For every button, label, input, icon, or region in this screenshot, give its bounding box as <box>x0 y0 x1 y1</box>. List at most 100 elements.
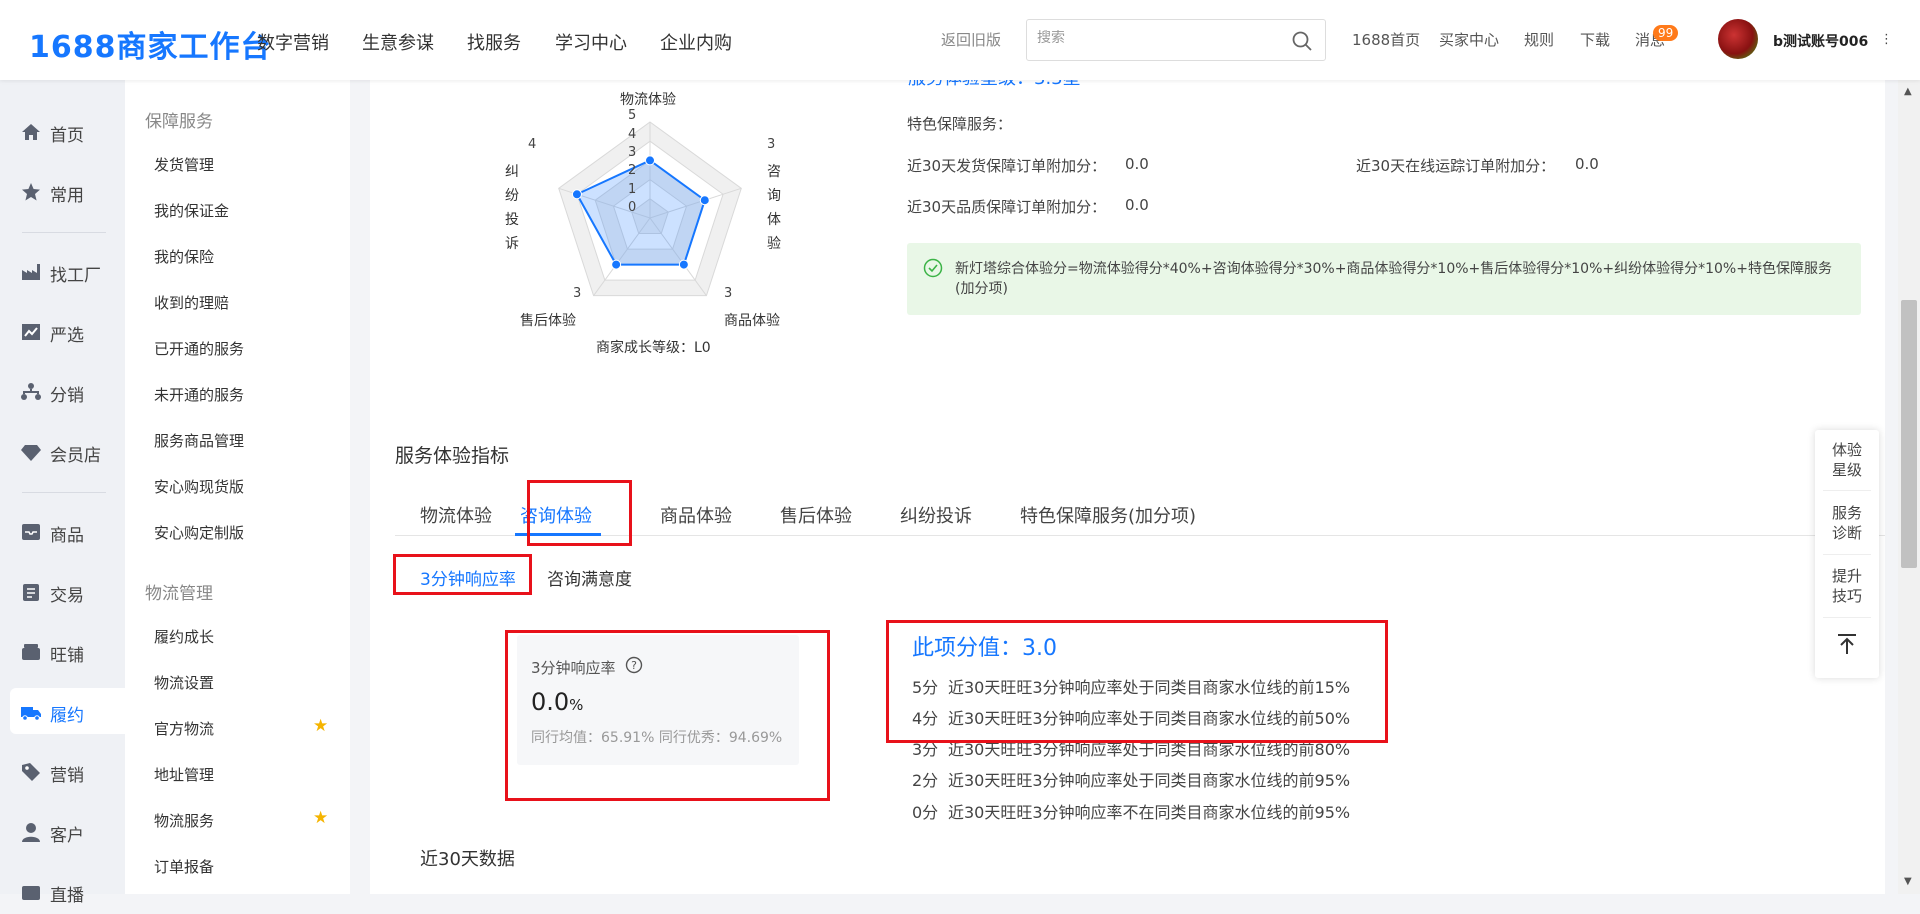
avatar[interactable] <box>1718 19 1758 59</box>
divider <box>1823 490 1871 491</box>
factory-icon <box>22 264 40 280</box>
radar-axis-label: 纠纷投诉 <box>505 164 519 252</box>
submenu-item-address[interactable]: 地址管理 <box>154 764 214 785</box>
search-icon[interactable] <box>1291 30 1313 52</box>
sidebar-item-label: 交易 <box>50 586 84 606</box>
bonus-value: 0.0 <box>1575 155 1599 173</box>
sidebar-item-marketing[interactable]: 营销 <box>0 748 125 794</box>
sidebar-item-fulfillment[interactable]: 履约 <box>10 688 125 734</box>
tab-disputes[interactable]: 纠纷投诉 <box>900 502 972 528</box>
search-input[interactable] <box>1037 30 1277 46</box>
back-to-top-icon[interactable] <box>1835 632 1859 656</box>
radar-data-point <box>699 195 710 206</box>
divider <box>1823 617 1871 618</box>
score-rule: 0分 近30天旺旺3分钟响应率不在同类目商家水位线的前95% <box>912 799 1350 823</box>
nav-digital-marketing[interactable]: 数字营销 <box>257 29 329 55</box>
sidebar-item-shop[interactable]: 旺铺 <box>0 628 125 674</box>
scrollbar-thumb[interactable] <box>1901 300 1917 568</box>
chart-icon <box>22 324 40 340</box>
sidebar-item-customers[interactable]: 客户 <box>0 808 125 854</box>
nav-enterprise-purchase[interactable]: 企业内购 <box>660 29 732 55</box>
submenu-item-fulfillment-growth[interactable]: 履约成长 <box>154 626 214 647</box>
submenu-item-enabled-services[interactable]: 已开通的服务 <box>154 338 244 359</box>
highlight-box <box>527 480 632 546</box>
nav-find-service[interactable]: 找服务 <box>467 29 521 55</box>
submenu-item-anxingou-custom[interactable]: 安心购定制版 <box>154 522 244 543</box>
feature-service-label: 特色保障服务： <box>907 115 1013 133</box>
radar-data-point <box>645 155 655 166</box>
sidebar-item-label: 分销 <box>50 386 84 406</box>
sidebar-item-factory[interactable]: 找工厂 <box>0 248 125 294</box>
sidebar-divider <box>22 492 106 493</box>
score-rule-text: 近30天旺旺3分钟响应率处于同类目商家水位线的前95% <box>948 771 1351 790</box>
link-1688-home[interactable]: 1688首页 <box>1352 29 1420 50</box>
radar-axis-value: 3 <box>724 286 733 301</box>
radar-axis-value: 3 <box>573 286 582 301</box>
sidebar-item-trade[interactable]: 交易 <box>0 568 125 614</box>
scroll-down-icon[interactable]: ▼ <box>1904 876 1912 887</box>
inbox-icon <box>22 524 40 540</box>
submenu-item-official-logistics[interactable]: 官方物流 <box>154 718 214 739</box>
star-icon <box>22 183 40 201</box>
bonus-value: 0.0 <box>1125 155 1149 173</box>
scroll-up-icon[interactable]: ▲ <box>1904 86 1912 97</box>
message-count-badge: 99 <box>1653 25 1679 41</box>
submenu-item-insurance[interactable]: 我的保险 <box>154 246 214 267</box>
diamond-icon <box>21 445 41 461</box>
account-name[interactable]: b测试账号006 <box>1773 31 1868 51</box>
app-logo[interactable]: 1688商家工作台 <box>29 22 272 66</box>
sidebar-item-home[interactable]: 首页 <box>0 108 125 154</box>
link-buyer-center[interactable]: 买家中心 <box>1439 29 1499 50</box>
sidebar-item-distribution[interactable]: 分销 <box>0 368 125 414</box>
sidebar-item-label: 常用 <box>50 186 84 206</box>
submenu-item-deposit[interactable]: 我的保证金 <box>154 200 229 221</box>
back-old-version-link[interactable]: 返回旧版 <box>941 29 1001 50</box>
highlight-box <box>886 620 1388 743</box>
submenu-item-shipping[interactable]: 发货管理 <box>154 154 214 175</box>
account-menu-chevron-icon[interactable]: ⋮ <box>1880 32 1893 47</box>
nav-business-advisor[interactable]: 生意参谋 <box>362 29 434 55</box>
submenu-item-logistics-service[interactable]: 物流服务 <box>154 810 214 831</box>
sidebar-item-member-store[interactable]: 会员店 <box>0 428 125 474</box>
tab-feature-service[interactable]: 特色保障服务(加分项) <box>1020 502 1196 528</box>
favorite-star-icon[interactable]: ★ <box>313 808 328 828</box>
store-icon <box>22 644 40 660</box>
bonus-label: 近30天发货保障订单附加分： <box>907 157 1107 175</box>
submenu-group-title: 物流管理 <box>145 584 213 604</box>
tab-logistics[interactable]: 物流体验 <box>420 502 492 528</box>
formula-notice: 新灯塔综合体验分=物流体验得分*40%+咨询体验得分*30%+商品体验得分*10… <box>907 243 1861 315</box>
float-improve-tips[interactable]: 提升技巧 <box>1815 566 1879 606</box>
sidebar-item-label: 履约 <box>50 706 84 726</box>
radar-data-point <box>571 189 582 200</box>
link-download[interactable]: 下载 <box>1580 29 1610 50</box>
highlight-box <box>393 554 532 595</box>
bonus-value: 0.0 <box>1125 196 1149 214</box>
sidebar-item-selection[interactable]: 严选 <box>0 308 125 354</box>
submenu-item-anxingou-stock[interactable]: 安心购现货版 <box>154 476 244 497</box>
radar-axis-value: 4 <box>528 137 537 152</box>
bonus-label: 近30天品质保障订单附加分： <box>907 198 1107 216</box>
float-star-level[interactable]: 体验星级 <box>1815 440 1879 480</box>
sidebar-item-products[interactable]: 商品 <box>0 508 125 554</box>
live-icon <box>22 886 40 900</box>
float-service-diagnosis[interactable]: 服务诊断 <box>1815 503 1879 543</box>
favorite-star-icon[interactable]: ★ <box>313 716 328 736</box>
tab-product[interactable]: 商品体验 <box>660 502 732 528</box>
sidebar-item-live[interactable]: 直播 <box>0 868 125 914</box>
network-icon <box>21 383 41 400</box>
submenu-item-order-report[interactable]: 订单报备 <box>154 856 214 877</box>
submenu-item-logistics-settings[interactable]: 物流设置 <box>154 672 214 693</box>
radar-scale-tick: 4 <box>628 127 637 142</box>
submenu-item-service-products[interactable]: 服务商品管理 <box>154 430 244 451</box>
nav-learning-center[interactable]: 学习中心 <box>555 29 627 55</box>
subtab-consult-satisfaction[interactable]: 咨询满意度 <box>547 565 632 590</box>
submenu-item-disabled-services[interactable]: 未开通的服务 <box>154 384 244 405</box>
primary-sidebar: 首页 常用 找工厂 严选 分销 会员店 商品 交易 旺铺 履约 营销 客户 直播 <box>0 80 125 906</box>
search-box <box>1026 19 1326 61</box>
sidebar-item-favorites[interactable]: 常用 <box>0 168 125 214</box>
submenu-item-claims[interactable]: 收到的理赔 <box>154 292 229 313</box>
tab-after-sales[interactable]: 售后体验 <box>780 502 852 528</box>
radar-axis-value: 3 <box>767 137 776 152</box>
link-rules[interactable]: 规则 <box>1524 29 1554 50</box>
sidebar-item-label: 会员店 <box>50 446 101 466</box>
